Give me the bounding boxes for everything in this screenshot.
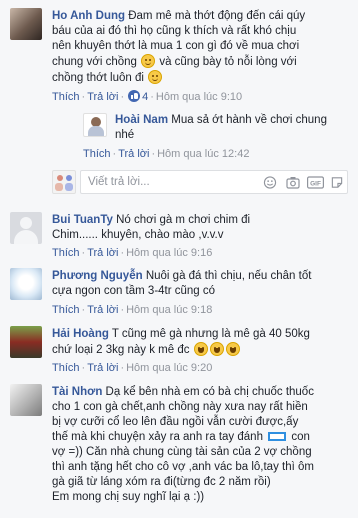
timestamp[interactable]: Hôm qua lúc 9:18: [126, 304, 212, 316]
like-button[interactable]: Thích: [52, 362, 80, 374]
like-button[interactable]: Thích: [52, 247, 80, 259]
laughing-emoji-icon: [193, 342, 208, 356]
comment-text: cho 1 con gà chết,anh chồng này xưa nay …: [52, 401, 308, 413]
timestamp[interactable]: Hôm qua lúc 9:16: [126, 247, 212, 259]
commenter-name[interactable]: Hải Hoàng: [52, 328, 109, 340]
current-user-avatar: [52, 170, 76, 194]
comment-text: Mua sả ớt hành về chơi chung: [171, 114, 327, 126]
laughing-emoji-icon: [209, 342, 224, 356]
timestamp[interactable]: Hôm qua lúc 9:20: [126, 362, 212, 374]
comment-text: vợ =)) Căn nhà chung cùng tài sản của 2 …: [52, 446, 312, 458]
comment-text: thế mà khi chuyện xảy ra anh ra tay đánh: [52, 431, 263, 443]
camera-icon[interactable]: [286, 176, 300, 189]
reply-button[interactable]: Trả lời: [118, 148, 149, 160]
comment-text: T cũng mê gà nhưng là mê gà 40 50kg: [111, 328, 310, 340]
reply-button[interactable]: Trả lời: [87, 304, 118, 316]
comment-text: Em mong chị suy nghĩ lại ạ :)): [52, 491, 205, 503]
reply-placeholder: Viết trả lời...: [88, 176, 150, 188]
like-button[interactable]: Thích: [52, 304, 80, 316]
emoji-icon[interactable]: [263, 176, 277, 189]
like-icon: [128, 90, 141, 102]
comment-text: nhé: [115, 129, 135, 141]
comment-text: và cũng bày tỏ nỗi lòng với: [159, 56, 297, 68]
comment-text: chung với chồng: [52, 56, 137, 68]
comment-text: Dạ kể bên nhà em có bà chị chuốc thuốc: [105, 386, 314, 398]
avatar[interactable]: [10, 384, 42, 416]
comment-text: báu của ai đó thì họ cũng k thích và rất…: [52, 25, 297, 37]
comment-text: con: [291, 431, 310, 443]
svg-text:GIF: GIF: [310, 181, 321, 188]
commenter-name[interactable]: Hoài Nam: [115, 114, 168, 126]
rectangle-mark-icon: [268, 432, 287, 441]
gif-icon[interactable]: GIF: [307, 176, 324, 189]
avatar[interactable]: [83, 113, 107, 137]
comment-text: gà giã từ láng xóm ra đi(từng đc 2 năm r…: [52, 476, 271, 488]
comment-text: cựa ngon con tầm 3-4tr cũng có: [52, 285, 216, 297]
comment-text: nên khuyên thớt là mua 1 con gì đó về mu…: [52, 40, 300, 52]
comment-text: bị vợ cưỡi cổ leo lên đầu ngồi vẫn cười …: [52, 416, 299, 428]
comment-text: thì anh tặng hết cho cô vợ ,anh vác ba l…: [52, 461, 314, 473]
comment-text: Chim...... khuyên, chào mào ,v.v.v: [52, 229, 224, 241]
avatar[interactable]: [10, 212, 42, 244]
timestamp[interactable]: Hôm qua lúc 12:42: [157, 148, 249, 160]
reply-button[interactable]: Trả lời: [87, 362, 118, 374]
comment-text: Nuôi gà đá thì chịu, nếu chân tốt: [145, 270, 312, 282]
like-count[interactable]: 4: [142, 91, 148, 103]
reply-input[interactable]: Viết trả lời... GIF: [80, 170, 348, 194]
avatar[interactable]: [10, 268, 42, 300]
laughing-emoji-icon: [225, 342, 240, 356]
commenter-name[interactable]: Tài Nhơn: [52, 386, 102, 398]
smile-emoji-icon: [148, 70, 163, 84]
like-button[interactable]: Thích: [83, 148, 111, 160]
commenter-name[interactable]: Ho Anh Dung: [52, 10, 125, 22]
commenter-name[interactable]: Phương Nguyễn: [52, 270, 143, 282]
timestamp[interactable]: Hôm qua lúc 9:10: [156, 91, 242, 103]
reply-button[interactable]: Trả lời: [87, 247, 118, 259]
avatar[interactable]: [10, 326, 42, 358]
comment-text: chồng thớt luôn đi: [52, 72, 144, 84]
like-button[interactable]: Thích: [52, 91, 80, 103]
sticker-icon[interactable]: [330, 176, 344, 189]
avatar[interactable]: [10, 8, 42, 40]
comment-thread: Ho Anh Dung Đam mê mà thớt động đến cái …: [0, 0, 358, 518]
comment-text: Đam mê mà thớt động đến cái qúy: [128, 10, 306, 22]
comment-text: Nó chơi gà m chơi chim đi: [116, 214, 251, 226]
smile-emoji-icon: [141, 54, 156, 68]
reply-button[interactable]: Trả lời: [87, 91, 118, 103]
commenter-name[interactable]: Bui TuanTy: [52, 214, 113, 226]
comment-text: chứ loại 2 3kg này k mê đc: [52, 344, 190, 356]
